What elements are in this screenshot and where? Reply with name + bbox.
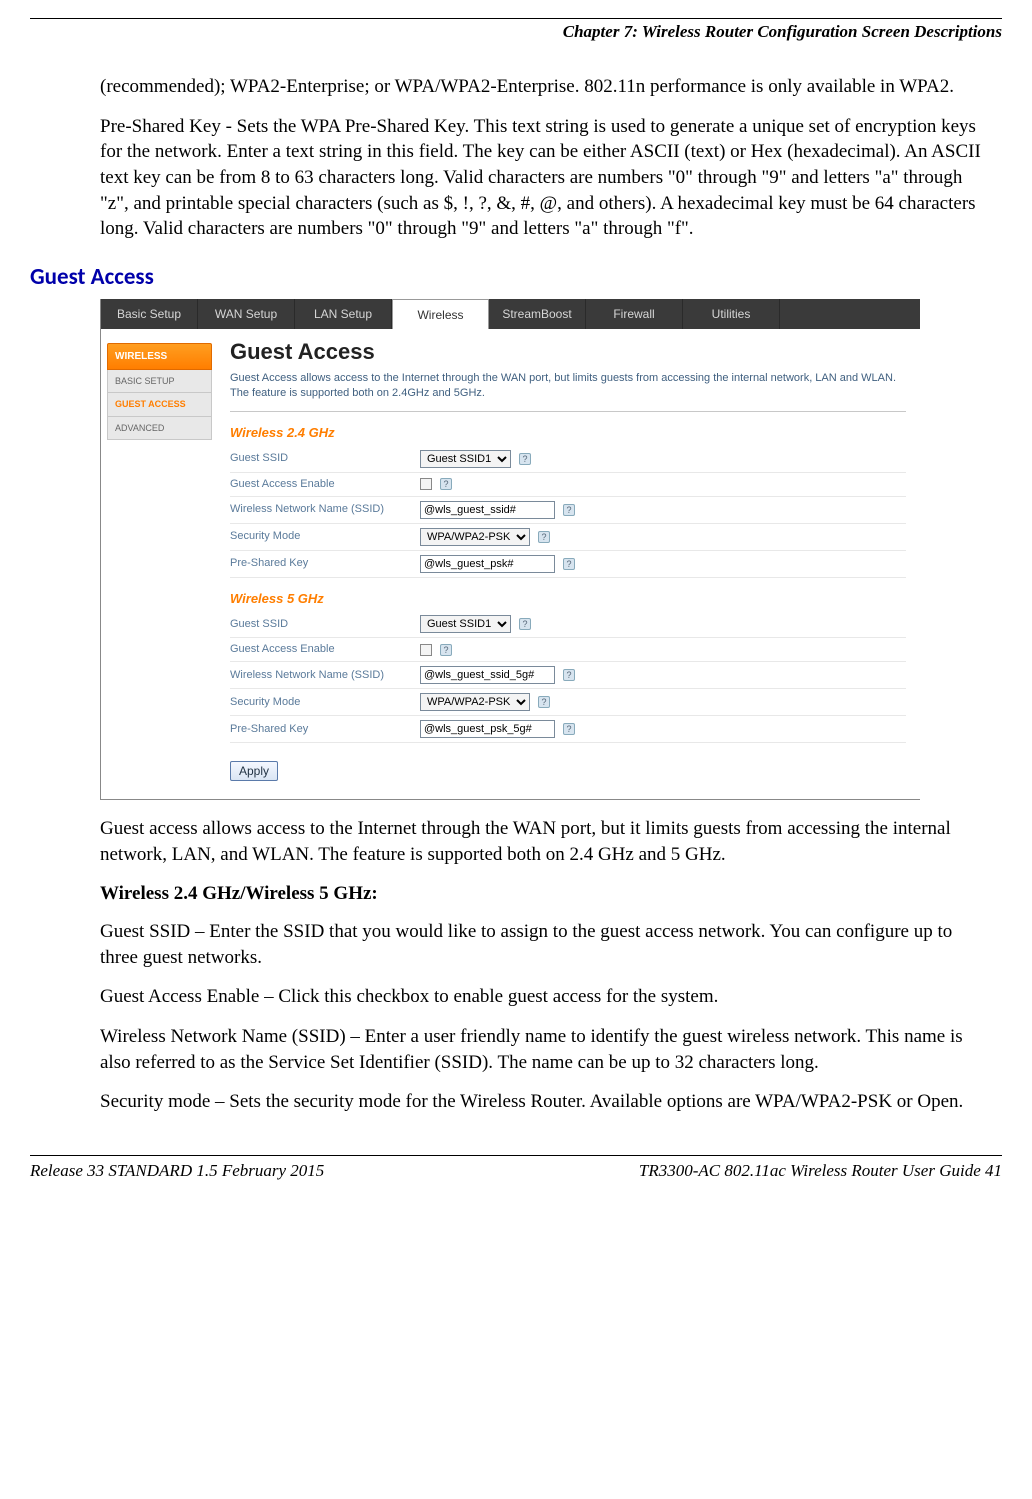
help-icon[interactable]: ?	[563, 558, 575, 570]
help-icon[interactable]: ?	[563, 669, 575, 681]
form-row: Guest SSIDGuest SSID1?	[230, 611, 906, 638]
text-input[interactable]	[420, 666, 555, 684]
sidebar-item[interactable]: GUEST ACCESS	[107, 393, 212, 416]
nav-tab[interactable]: WAN Setup	[198, 299, 295, 329]
sidebar: WIRELESS BASIC SETUPGUEST ACCESSADVANCED	[101, 329, 216, 444]
form-label: Wireless Network Name (SSID)	[230, 668, 420, 683]
help-icon[interactable]: ?	[563, 723, 575, 735]
select-input[interactable]: WPA/WPA2-PSK	[420, 693, 530, 711]
nav-tab[interactable]: StreamBoost	[489, 299, 586, 329]
form-row: Security ModeWPA/WPA2-PSK?	[230, 689, 906, 716]
form-label: Wireless Network Name (SSID)	[230, 502, 420, 517]
help-icon[interactable]: ?	[563, 504, 575, 516]
help-icon[interactable]: ?	[519, 453, 531, 465]
form-row: Pre-Shared Key?	[230, 551, 906, 578]
select-input[interactable]: Guest SSID1	[420, 450, 511, 468]
content-subtitle: Guest Access allows access to the Intern…	[230, 371, 906, 413]
form-label: Security Mode	[230, 529, 420, 544]
form-label: Guest Access Enable	[230, 477, 420, 492]
content-title: Guest Access	[230, 337, 906, 367]
sidebar-header: WIRELESS	[107, 343, 212, 371]
band-5ghz-heading: Wireless 5 GHz	[230, 590, 906, 608]
paragraph: Wireless Network Name (SSID) – Enter a u…	[100, 1024, 992, 1075]
nav-tab[interactable]: Utilities	[683, 299, 780, 329]
help-icon[interactable]: ?	[538, 696, 550, 708]
paragraph: Guest Access Enable – Click this checkbo…	[100, 984, 992, 1010]
form-label: Pre-Shared Key	[230, 722, 420, 737]
form-label: Security Mode	[230, 695, 420, 710]
nav-bar: Basic SetupWAN SetupLAN SetupWirelessStr…	[101, 299, 920, 329]
nav-tab[interactable]: LAN Setup	[295, 299, 392, 329]
text-input[interactable]	[420, 501, 555, 519]
help-icon[interactable]: ?	[440, 644, 452, 656]
form-row: Pre-Shared Key?	[230, 716, 906, 743]
form-row: Security ModeWPA/WPA2-PSK?	[230, 524, 906, 551]
text-input[interactable]	[420, 555, 555, 573]
form-row: Guest Access Enable?	[230, 638, 906, 662]
help-icon[interactable]: ?	[538, 531, 550, 543]
section-heading: Guest Access	[30, 262, 1002, 293]
form-label: Guest Access Enable	[230, 642, 420, 657]
select-input[interactable]: WPA/WPA2-PSK	[420, 528, 530, 546]
select-input[interactable]: Guest SSID1	[420, 615, 511, 633]
form-row: Wireless Network Name (SSID)?	[230, 497, 906, 524]
nav-tab[interactable]: Wireless	[392, 299, 489, 329]
page-footer: Release 33 STANDARD 1.5 February 2015 TR…	[30, 1155, 1002, 1183]
screenshot-frame: Basic SetupWAN SetupLAN SetupWirelessStr…	[100, 299, 920, 800]
help-icon[interactable]: ?	[519, 618, 531, 630]
page-header: Chapter 7: Wireless Router Configuration…	[30, 21, 1002, 44]
paragraph: (recommended); WPA2-Enterprise; or WPA/W…	[100, 74, 992, 100]
apply-button[interactable]: Apply	[230, 761, 278, 781]
nav-tab[interactable]: Firewall	[586, 299, 683, 329]
subsection-heading: Wireless 2.4 GHz/Wireless 5 GHz:	[100, 881, 1002, 907]
checkbox[interactable]	[420, 478, 432, 490]
band-24ghz-heading: Wireless 2.4 GHz	[230, 424, 906, 442]
footer-right: TR3300-AC 802.11ac Wireless Router User …	[639, 1160, 1002, 1183]
checkbox[interactable]	[420, 644, 432, 656]
form-row: Guest SSIDGuest SSID1?	[230, 446, 906, 473]
paragraph: Security mode – Sets the security mode f…	[100, 1089, 992, 1115]
text-input[interactable]	[420, 720, 555, 738]
paragraph: Guest SSID – Enter the SSID that you wou…	[100, 919, 992, 970]
form-row: Wireless Network Name (SSID)?	[230, 662, 906, 689]
help-icon[interactable]: ?	[440, 478, 452, 490]
paragraph: Pre-Shared Key - Sets the WPA Pre-Shared…	[100, 114, 992, 242]
sidebar-item[interactable]: ADVANCED	[107, 417, 212, 440]
form-label: Pre-Shared Key	[230, 556, 420, 571]
footer-left: Release 33 STANDARD 1.5 February 2015	[30, 1160, 324, 1183]
form-label: Guest SSID	[230, 451, 420, 466]
form-label: Guest SSID	[230, 617, 420, 632]
form-row: Guest Access Enable?	[230, 473, 906, 497]
sidebar-item[interactable]: BASIC SETUP	[107, 370, 212, 393]
paragraph: Guest access allows access to the Intern…	[100, 816, 992, 867]
nav-tab[interactable]: Basic Setup	[101, 299, 198, 329]
